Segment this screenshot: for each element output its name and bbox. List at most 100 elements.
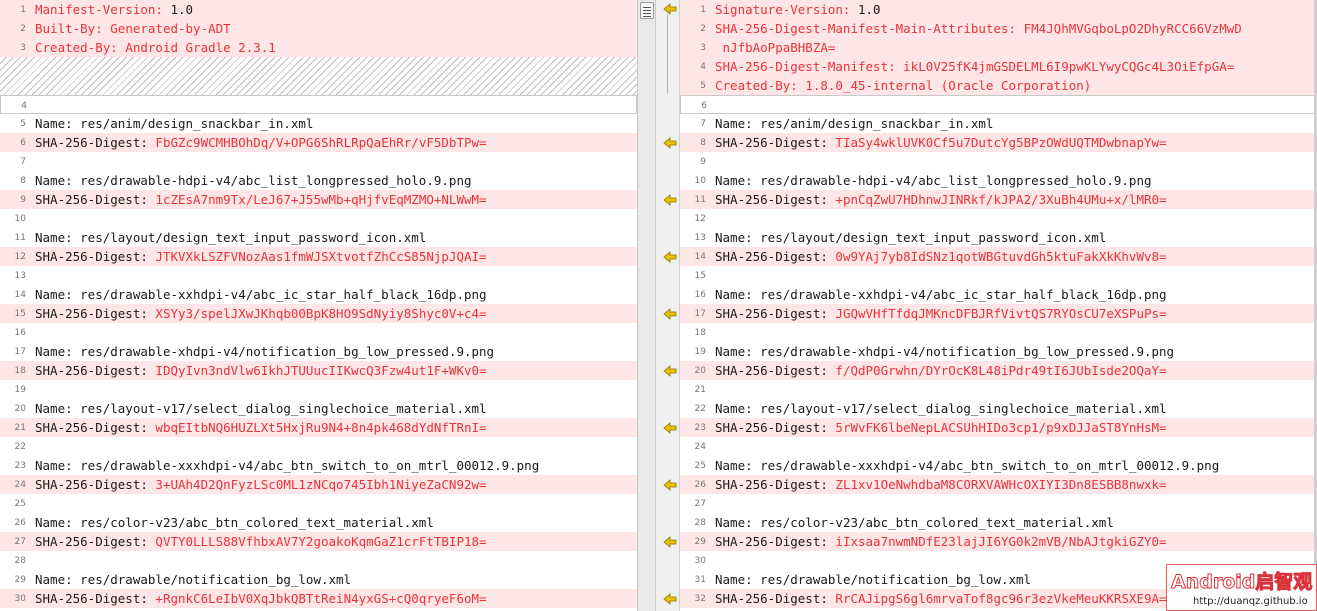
left-pane-scrollbar[interactable] xyxy=(637,0,656,611)
line-code: SHA-256-Digest: f/QdP0Grwhn/DYrOcK8L48iP… xyxy=(715,361,1167,380)
left-arrow-icon[interactable] xyxy=(663,194,677,206)
line-code: Name: res/layout/design_text_input_passw… xyxy=(35,228,426,247)
line-key: Name: xyxy=(35,401,81,416)
line-number: 14 xyxy=(694,252,706,262)
line-value: JTKVXkLSZFVNozAas1fmWJSXtvotfZhCcS85NjpJ… xyxy=(155,249,487,264)
line-number: 26 xyxy=(694,480,706,490)
line-key: SHA-256-Digest: xyxy=(35,192,156,207)
line-number: 9 xyxy=(20,195,26,205)
diff-line: 16 xyxy=(0,323,637,342)
line-code: Manifest-Version: 1.0 xyxy=(35,0,193,19)
right-diff-pane[interactable]: 1 Signature-Version: 1.0 2 SHA-256-Digest-M… xyxy=(680,0,1317,611)
diff-line-changed: 14 SHA-256-Digest: 0w9YAj7yb8IdSNz1qotWBG… xyxy=(680,247,1317,266)
line-key: SHA-256-Digest-Manifest-Main-Attributes: xyxy=(715,21,1024,36)
line-value: FM4JQhMVGqboLpO2DhyRCC66VzMwD xyxy=(1023,21,1242,36)
line-key: Name: xyxy=(35,515,81,530)
line-key: SHA-256-Digest: xyxy=(715,249,836,264)
line-value: res/layout/design_text_input_password_ic… xyxy=(80,230,427,245)
gutter-rail xyxy=(667,14,668,94)
line-code: nJfbAoPpaBHBZA= xyxy=(715,38,836,57)
line-number: 3 xyxy=(700,43,706,53)
line-number: 2 xyxy=(20,24,26,34)
diff-line-changed: 6 SHA-256-Digest: FbGZc9WCMHBOhDq/V+OPG6S… xyxy=(0,133,637,152)
line-key: Name: xyxy=(715,344,761,359)
line-code: SHA-256-Digest: ZL1xv1OeNwhdbaM8CORXVAWH… xyxy=(715,475,1167,494)
line-value: XSYy3/spelJXwJKhqb00BpK8HO9SdNyiy8Shyc0V… xyxy=(155,306,487,321)
line-value: res/drawable-xxxhdpi-v4/abc_btn_switch_t… xyxy=(80,458,540,473)
line-key: Name: xyxy=(35,572,81,587)
line-value: res/layout-v17/select_dialog_singlechoic… xyxy=(760,401,1167,416)
diff-line: 27 xyxy=(680,494,1317,513)
diff-line: 10 Name: res/drawable-hdpi-v4/abc_list_lo… xyxy=(680,171,1317,190)
line-code: Name: res/drawable/notification_bg_low.x… xyxy=(35,570,351,589)
left-arrow-icon[interactable] xyxy=(663,308,677,320)
diff-line-changed: 1 Manifest-Version: 1.0 xyxy=(0,0,637,19)
left-arrow-icon[interactable] xyxy=(663,3,677,15)
line-value: res/drawable-xhdpi-v4/notification_bg_lo… xyxy=(760,344,1175,359)
line-number: 31 xyxy=(694,575,706,585)
line-number: 2 xyxy=(700,24,706,34)
line-key: Name: xyxy=(715,230,761,245)
line-code: Name: res/drawable/notification_bg_low.x… xyxy=(715,570,1031,589)
line-value: res/drawable-xxxhdpi-v4/abc_btn_switch_t… xyxy=(760,458,1220,473)
line-number: 13 xyxy=(694,233,706,243)
line-value: FbGZc9WCMHBOhDq/V+OPG6ShRLRpQaEhRr/vF5Db… xyxy=(155,135,487,150)
line-code: Name: res/color-v23/abc_btn_colored_text… xyxy=(35,513,434,532)
diff-line: 28 xyxy=(0,551,637,570)
line-number: 5 xyxy=(700,81,706,91)
diff-line: 13 Name: res/layout/design_text_input_pas… xyxy=(680,228,1317,247)
line-value: res/color-v23/abc_btn_colored_text_mater… xyxy=(80,515,434,530)
line-code: SHA-256-Digest-Manifest-Main-Attributes:… xyxy=(715,19,1242,38)
line-number: 24 xyxy=(14,480,26,490)
diff-line: 24 xyxy=(680,437,1317,456)
line-code: Name: res/color-v23/abc_btn_colored_text… xyxy=(715,513,1114,532)
line-value: 1.0 xyxy=(858,2,881,17)
left-arrow-icon[interactable] xyxy=(663,137,677,149)
left-arrow-icon[interactable] xyxy=(663,365,677,377)
diff-line: 25 Name: res/drawable-xxxhdpi-v4/abc_btn_… xyxy=(680,456,1317,475)
line-number: 16 xyxy=(14,328,26,338)
line-key: Name: xyxy=(715,401,761,416)
line-code: Name: res/drawable-xxhdpi-v4/abc_ic_star… xyxy=(715,285,1167,304)
left-arrow-icon[interactable] xyxy=(663,593,677,605)
line-code: Name: res/anim/design_snackbar_in.xml xyxy=(715,114,993,133)
line-code: SHA-256-Digest: XSYy3/spelJXwJKhqb00BpK8… xyxy=(35,304,487,323)
diff-line-changed: 30 SHA-256-Digest: +RgnkC6LeIbV0XqJbkQBTt… xyxy=(0,589,637,608)
line-code: SHA-256-Digest: 0w9YAj7yb8IdSNz1qotWBGtu… xyxy=(715,247,1167,266)
line-code: SHA-256-Digest: RrCAJipgS6gl6mrvaTof8gc9… xyxy=(715,589,1167,608)
watermark-logo: Android启智观 http://duanqz.github.io xyxy=(1166,564,1317,611)
line-code: SHA-256-Digest: FbGZc9WCMHBOhDq/V+OPG6Sh… xyxy=(35,133,487,152)
line-key: SHA-256-Digest: xyxy=(35,306,156,321)
line-number: 4 xyxy=(700,62,706,72)
left-diff-pane[interactable]: 1 Manifest-Version: 1.0 2 Built-By: Generat… xyxy=(0,0,637,611)
line-value: 3+UAh4D2QnFyzLSc0ML1zNCqo745Ibh1NiyeZaCN… xyxy=(155,477,487,492)
line-key: Name: xyxy=(715,515,761,530)
line-value: res/drawable-hdpi-v4/abc_list_longpresse… xyxy=(80,173,472,188)
left-arrow-icon[interactable] xyxy=(663,251,677,263)
line-number: 6 xyxy=(20,138,26,148)
line-number: 20 xyxy=(14,404,26,414)
left-arrow-icon[interactable] xyxy=(663,479,677,491)
line-code: Name: res/drawable-xhdpi-v4/notification… xyxy=(715,342,1174,361)
line-key: SHA-256-Digest: xyxy=(35,534,156,549)
left-arrow-icon[interactable] xyxy=(663,536,677,548)
line-number: 23 xyxy=(14,461,26,471)
diff-line-changed: 29 SHA-256-Digest: iIxsaa7nwmNDfE23lajJI6… xyxy=(680,532,1317,551)
diff-line-changed: 20 SHA-256-Digest: f/QdP0Grwhn/DYrOcK8L48… xyxy=(680,361,1317,380)
diff-line-changed: 4 SHA-256-Digest-Manifest: ikL0V25fK4jmGS… xyxy=(680,57,1317,76)
overview-map-button[interactable] xyxy=(640,2,654,19)
diff-line-separator: 4 xyxy=(0,95,637,114)
line-code: SHA-256-Digest-Manifest: ikL0V25fK4jmGSD… xyxy=(715,57,1234,76)
line-code: SHA-256-Digest: wbqEItbNQ6HUZLXt5HxjRu9N… xyxy=(35,418,487,437)
line-value: +RgnkC6LeIbV0XqJbkQBTtReiN4yxGS+cQ0qryeF… xyxy=(155,591,487,606)
left-arrow-icon[interactable] xyxy=(663,422,677,434)
line-key: Created-By: xyxy=(715,78,806,93)
line-key: Name: xyxy=(715,572,761,587)
line-key: SHA-256-Digest: xyxy=(715,591,836,606)
diff-line: 17 Name: res/drawable-xhdpi-v4/notificati… xyxy=(0,342,637,361)
line-code: SHA-256-Digest: TIaSy4wklUVK0Cf5u7DutcYg… xyxy=(715,133,1167,152)
diff-line-changed: 12 SHA-256-Digest: JTKVXkLSZFVNozAas1fmWJ… xyxy=(0,247,637,266)
diff-line: 29 Name: res/drawable/notification_bg_low… xyxy=(0,570,637,589)
line-value: QVTY0LLLS88VfhbxAV7Y2goakoKqmGaZ1crFtTBI… xyxy=(155,534,487,549)
line-number: 16 xyxy=(694,290,706,300)
